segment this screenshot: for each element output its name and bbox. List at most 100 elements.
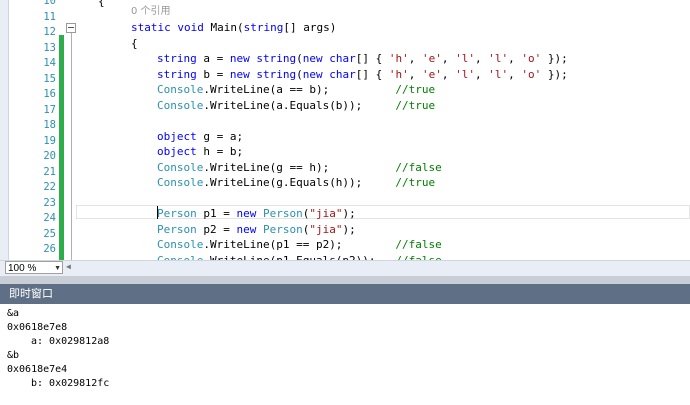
code-token: [] { <box>355 52 389 65</box>
code-token: , <box>408 52 422 65</box>
line-number: 19 <box>43 134 56 147</box>
code-token: [] args) <box>283 21 337 34</box>
code-line: { <box>98 0 105 8</box>
code-editor[interactable]: 10 11 12 13 14 15 16 17 18 19 20 21 22 23 24 25 26 {0 个引… <box>0 0 690 260</box>
collapse-outline-icon[interactable] <box>66 23 76 33</box>
code-token: .WriteLine(a.Equals(b)); <box>203 98 396 112</box>
code-line: object g = a; <box>157 129 243 145</box>
line-number: 16 <box>43 88 56 100</box>
code-token: Person <box>157 207 197 220</box>
change-tracking-bar <box>59 35 64 260</box>
code-token: p1 = <box>196 207 237 220</box>
code-line: Console.WriteLine(g == h); //false <box>157 160 442 176</box>
line-number: 11 <box>43 10 56 23</box>
immediate-output-line: &a <box>7 308 20 319</box>
code-area[interactable]: {0 个引用 static void Main(string[] args){st… <box>76 0 690 260</box>
line-number: 15 <box>43 72 56 85</box>
code-token: //false <box>395 160 442 174</box>
code-token: "jia" <box>309 207 343 220</box>
code-token: new <box>229 67 250 81</box>
code-token: Person <box>263 222 303 236</box>
code-token: static <box>131 21 171 34</box>
horizontal-scrollbar[interactable] <box>66 262 686 273</box>
code-token: { <box>131 36 138 50</box>
line-number: 17 <box>43 103 56 116</box>
code-token: 'l' <box>488 52 509 65</box>
code-token: 'l' <box>455 67 475 81</box>
code-token: string <box>157 52 197 65</box>
code-line: string b = new string(new char[] { 'h', … <box>157 67 568 83</box>
code-token: char <box>329 52 356 65</box>
code-line: Person p1 = new Person("jia"); <box>157 206 356 222</box>
code-line: Console.WriteLine(a.Equals(b)); //true <box>157 98 435 114</box>
code-token: h = b; <box>196 145 244 158</box>
code-token: new <box>302 52 323 65</box>
code-token: b = <box>196 67 230 81</box>
code-token: Person <box>157 222 197 236</box>
line-number-gutter: 10 11 12 13 14 15 16 17 18 19 20 21 22 23 24 25 26 <box>9 0 61 260</box>
code-token: 'e' <box>422 67 442 81</box>
zoom-level-dropdown[interactable]: 100 % ▼ <box>5 261 63 274</box>
code-token: [] { <box>355 67 389 81</box>
code-token: Console <box>157 160 204 174</box>
immediate-output-line: a: 0x029812a8 <box>31 336 110 347</box>
line-number: 25 <box>43 227 56 240</box>
code-token: Console <box>157 176 204 189</box>
code-token: new <box>236 222 257 236</box>
code-token: }); <box>541 52 568 65</box>
code-line: { <box>131 36 138 52</box>
code-line: object h = b; <box>157 144 243 160</box>
code-token: ); <box>342 222 356 236</box>
line-number: 24 <box>43 212 56 224</box>
code-token: ); <box>342 207 356 220</box>
code-token: string <box>256 67 297 81</box>
code-token: .WriteLine(g == h); <box>203 160 396 174</box>
line-number: 26 <box>43 243 56 255</box>
code-line: Console.WriteLine(a == b); //true <box>157 82 435 98</box>
code-token: , <box>508 52 522 65</box>
line-number: 10 <box>43 0 56 7</box>
code-token: 'h' <box>388 52 409 65</box>
line-number: 14 <box>43 57 56 69</box>
line-number: 23 <box>43 196 56 209</box>
dropdown-arrow-icon: ▼ <box>54 265 61 272</box>
code-token: p2 = <box>196 222 237 236</box>
code-token: g = a; <box>196 129 244 143</box>
immediate-output-line: 0x0618e7e4 <box>7 364 68 375</box>
code-token: object <box>157 129 197 143</box>
code-token: , <box>441 52 456 65</box>
immediate-window-output[interactable]: &a 0x0618e7e8 a: 0x029812a8 &b 0x0618e7e4 b: … <box>0 304 690 405</box>
immediate-output-line: b: 0x029812fc <box>31 378 110 389</box>
scroll-left-icon[interactable]: ◀ <box>66 262 76 273</box>
code-line: Console.WriteLine(p1 == p2); //false <box>157 237 442 253</box>
code-token: }); <box>541 67 568 81</box>
code-token: ( <box>296 52 303 65</box>
code-token: 'o' <box>521 67 542 81</box>
code-token: 'e' <box>422 52 442 65</box>
immediate-output-line: 0x0618e7e8 <box>7 322 68 333</box>
panel-splitter[interactable] <box>0 276 690 284</box>
code-token: Main( <box>203 21 244 34</box>
code-token: .WriteLine(a == b); <box>203 83 396 96</box>
zoom-level-value: 100 % <box>8 263 37 274</box>
line-number: 13 <box>43 41 56 54</box>
code-token: 'l' <box>455 52 475 65</box>
code-token: Person <box>263 207 303 220</box>
line-number: 21 <box>43 165 56 178</box>
code-token: object <box>157 145 197 158</box>
code-token: , <box>475 67 489 81</box>
code-token: , <box>408 67 422 81</box>
code-token: .WriteLine(g.Equals(h)); <box>203 176 396 189</box>
editor-left-margin <box>0 0 9 260</box>
code-token: new <box>229 52 250 65</box>
code-line: Person p2 = new Person("jia"); <box>157 222 356 238</box>
outline-guide-line <box>71 33 72 260</box>
code-line: static void Main(string[] args) <box>131 20 336 36</box>
code-token: string <box>157 67 197 81</box>
code-token: .WriteLine(p1 == p2); <box>203 238 396 251</box>
reference-count-lens[interactable]: 0 个引用 <box>131 4 171 20</box>
line-number: 22 <box>43 181 56 193</box>
code-token: //true <box>395 176 436 189</box>
code-token: //true <box>395 98 436 112</box>
